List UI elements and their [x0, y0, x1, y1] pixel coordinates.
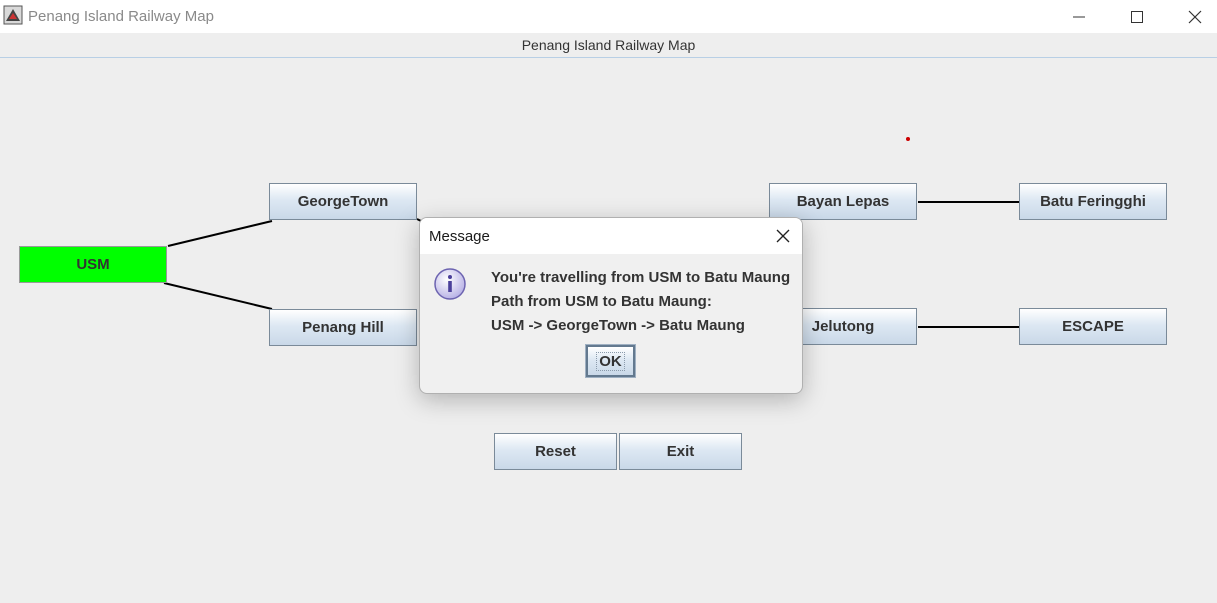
dialog-message-line-1: You're travelling from USM to Batu Maung [491, 269, 791, 286]
exit-button[interactable]: Exit [619, 433, 742, 470]
reset-button[interactable]: Reset [494, 433, 617, 470]
station-usm[interactable]: USM [19, 246, 167, 283]
station-bayan-lepas[interactable]: Bayan Lepas [769, 183, 917, 220]
ok-button[interactable]: OK [585, 344, 636, 378]
close-icon [776, 229, 790, 243]
dialog-title: Message [429, 228, 490, 245]
line-usm-georgetown [167, 220, 273, 247]
dialog-titlebar: Message [420, 218, 802, 254]
dialog-message-line-3: USM -> GeorgeTown -> Batu Maung [491, 317, 745, 334]
station-penang-hill[interactable]: Penang Hill [269, 309, 417, 346]
ok-button-label: OK [596, 351, 625, 371]
station-georgetown[interactable]: GeorgeTown [269, 183, 417, 220]
dialog-message-line-2: Path from USM to Batu Maung: [491, 293, 712, 310]
dialog-close-button[interactable] [764, 218, 802, 254]
station-escape[interactable]: ESCAPE [1019, 308, 1167, 345]
line-usm-penang-hill [163, 282, 273, 310]
location-marker [906, 137, 910, 141]
info-icon [434, 268, 466, 300]
message-dialog: Message You're travelling from USM to Ba… [419, 217, 803, 394]
station-batu-feringghi[interactable]: Batu Feringghi [1019, 183, 1167, 220]
